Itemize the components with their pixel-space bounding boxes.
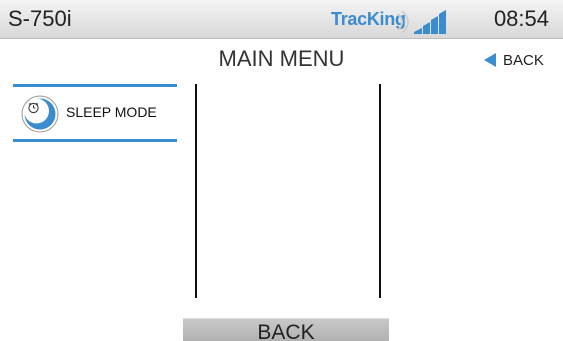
footer-back-label: BACK bbox=[257, 321, 315, 341]
menu-item-top-rule bbox=[13, 84, 177, 87]
column-divider-left bbox=[195, 84, 197, 298]
sleep-alarm-icon bbox=[21, 95, 59, 133]
page-title: MAIN MENU bbox=[218, 46, 345, 71]
menu-item-bottom-rule bbox=[13, 139, 177, 142]
footer-back-button[interactable]: BACK bbox=[183, 318, 389, 341]
device-name: S-750i bbox=[8, 6, 72, 31]
header-back-label: BACK bbox=[503, 51, 544, 69]
signal-waves-icon bbox=[397, 13, 403, 31]
left-triangle-icon bbox=[484, 53, 496, 67]
menu-item-label: SLEEP MODE bbox=[66, 104, 157, 120]
header-back-button[interactable]: BACK bbox=[484, 50, 544, 70]
signal-bars-icon bbox=[397, 10, 446, 34]
menu-item-sleep-mode[interactable]: SLEEP MODE bbox=[13, 84, 177, 142]
column-divider-right bbox=[379, 84, 381, 298]
device-screen: S-750i TracKing 08:54 MAIN MENU BACK SLE… bbox=[0, 0, 563, 341]
clock: 08:54 bbox=[493, 6, 549, 31]
status-bar: S-750i TracKing 08:54 bbox=[0, 0, 563, 39]
